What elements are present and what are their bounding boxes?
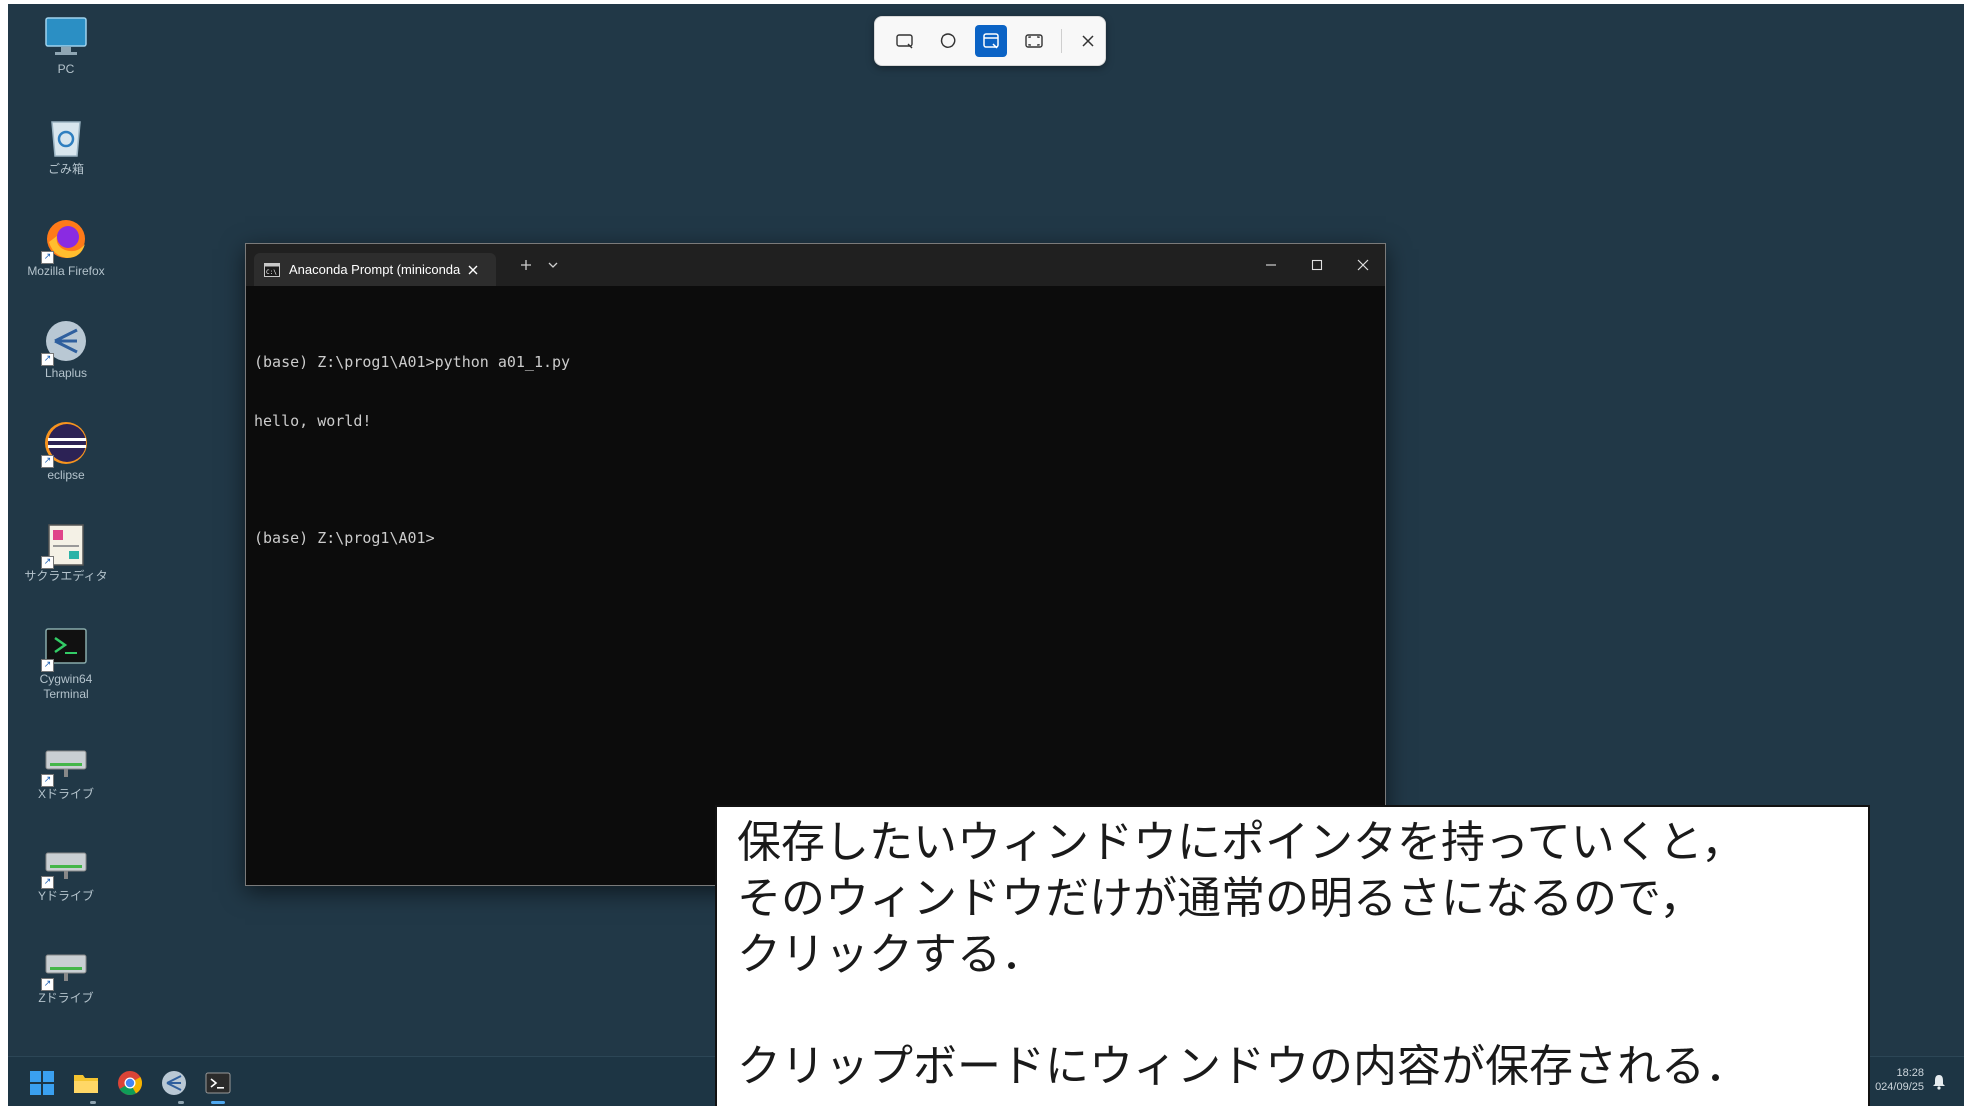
terminal-output[interactable]: (base) Z:\prog1\A01>python a01_1.py hell… [254, 314, 1377, 587]
svg-text:C:\: C:\ [266, 269, 277, 276]
desktop-icon-x-drive[interactable]: ↗ Xドライブ [20, 739, 112, 802]
desktop-icon-label: eclipse [47, 468, 85, 482]
running-app-indicator [178, 1101, 184, 1104]
sakura-editor-icon: ↗ [41, 521, 89, 569]
terminal-icon[interactable] [204, 1069, 232, 1097]
command-prompt-icon: C:\ [264, 262, 280, 277]
minimize-icon [1266, 264, 1276, 266]
network-drive-icon: ↗ [41, 841, 89, 889]
rectangle-snip-icon [896, 34, 913, 49]
shortcut-arrow-icon: ↗ [41, 978, 54, 991]
shortcut-arrow-icon: ↗ [41, 659, 54, 672]
shortcut-arrow-icon: ↗ [41, 876, 54, 889]
terminal-line: (base) Z:\prog1\A01> [254, 528, 435, 547]
window-snip-icon [983, 33, 999, 49]
close-tab-icon[interactable] [467, 264, 479, 276]
notification-bell-icon[interactable] [1932, 1074, 1946, 1090]
terminal-tab-title: Anaconda Prompt (miniconda [289, 262, 461, 277]
freeform-snip-icon [940, 33, 956, 48]
freeform-snip-button[interactable] [932, 25, 964, 57]
desktop-icon-sakura-editor[interactable]: ↗ サクラエディタ [20, 521, 112, 584]
snipping-toolbar [874, 16, 1106, 66]
active-app-indicator [211, 1101, 225, 1104]
network-drive-icon: ↗ [41, 943, 89, 991]
monitor-icon [43, 14, 89, 60]
desktop-icon-label: Xドライブ [37, 787, 94, 801]
desktop-icon-label: Yドライブ [37, 889, 94, 903]
terminal-line: (base) Z:\prog1\A01>python a01_1.py [254, 353, 571, 371]
running-app-indicator [90, 1101, 96, 1104]
rectangle-snip-button[interactable] [889, 25, 921, 57]
desktop-icon-lhaplus[interactable]: ↗ Lhaplus [20, 318, 112, 381]
desktop-icon-label: サクラエディタ [24, 569, 108, 583]
instruction-callout: 保存したいウィンドウにポインタを持っていくと， そのウィンドウだけが通常の明るさ… [715, 805, 1870, 1106]
shortcut-arrow-icon: ↗ [41, 353, 54, 366]
minimize-button[interactable] [1248, 244, 1294, 286]
lhaplus-icon[interactable] [160, 1069, 188, 1097]
desktop-icon-z-drive[interactable]: ↗ Zドライブ [20, 943, 112, 1006]
desktop-icon-pc[interactable]: PC [20, 14, 112, 77]
desktop-icon-label: Mozilla Firefox [27, 264, 105, 278]
shortcut-arrow-icon: ↗ [41, 455, 54, 468]
toolbar-divider [1061, 29, 1062, 53]
eclipse-icon: ↗ [41, 420, 89, 468]
fullscreen-snip-icon [1025, 34, 1043, 48]
desktop-icon-label: Cygwin64 Terminal [39, 672, 93, 701]
desktop-icon-cygwin-terminal[interactable]: ↗ Cygwin64 Terminal [20, 624, 112, 702]
desktop-icon-label: ごみ箱 [47, 162, 84, 176]
plus-icon [521, 260, 531, 270]
terminal-window[interactable]: C:\ Anaconda Prompt (miniconda (base) Z:… [245, 243, 1386, 886]
shortcut-arrow-icon: ↗ [41, 251, 54, 264]
fullscreen-snip-button[interactable] [1018, 25, 1050, 57]
maximize-button[interactable] [1294, 244, 1340, 286]
cygwin-terminal-icon: ↗ [41, 624, 89, 672]
chrome-icon[interactable] [116, 1069, 144, 1097]
desktop-icon-y-drive[interactable]: ↗ Yドライブ [20, 841, 112, 904]
network-drive-icon: ↗ [41, 739, 89, 787]
desktop-icon-label: PC [57, 62, 75, 76]
desktop-icon-eclipse[interactable]: ↗ eclipse [20, 420, 112, 483]
new-tab-button[interactable] [511, 244, 541, 286]
callout-line: 保存したいウィンドウにポインタを持っていくと， [737, 817, 1746, 868]
callout-line: クリックする． [737, 929, 1045, 980]
close-window-button[interactable] [1340, 244, 1386, 286]
shortcut-arrow-icon: ↗ [41, 556, 54, 569]
close-snip-button[interactable] [1072, 25, 1104, 57]
callout-line: クリップボードにウィンドウの内容が保存される． [737, 1041, 1749, 1092]
terminal-line: hello, world! [254, 411, 372, 430]
recycle-bin-icon [43, 114, 89, 160]
desktop-icon-label: Lhaplus [44, 366, 88, 380]
window-snip-button[interactable] [975, 25, 1007, 57]
windows-start-icon[interactable] [28, 1069, 56, 1097]
chevron-down-icon [548, 262, 558, 268]
close-icon [1357, 259, 1369, 271]
terminal-tab[interactable]: C:\ Anaconda Prompt (miniconda [254, 253, 496, 286]
terminal-titlebar[interactable]: C:\ Anaconda Prompt (miniconda [246, 244, 1385, 286]
maximize-icon [1311, 259, 1323, 271]
firefox-icon: ↗ [41, 216, 89, 264]
desktop-icon-firefox[interactable]: ↗ Mozilla Firefox [20, 216, 112, 279]
shortcut-arrow-icon: ↗ [41, 774, 54, 787]
desktop-icon-label: Zドライブ [38, 991, 94, 1005]
callout-spacer [737, 983, 1868, 1039]
tab-dropdown-button[interactable] [541, 244, 565, 286]
lhaplus-icon: ↗ [41, 318, 89, 366]
file-explorer-icon[interactable] [72, 1069, 100, 1097]
desktop-icon-recycle-bin[interactable]: ごみ箱 [20, 114, 112, 177]
close-icon [1082, 35, 1094, 47]
callout-line: そのウィンドウだけが通常の明るさになるので， [737, 873, 1704, 924]
